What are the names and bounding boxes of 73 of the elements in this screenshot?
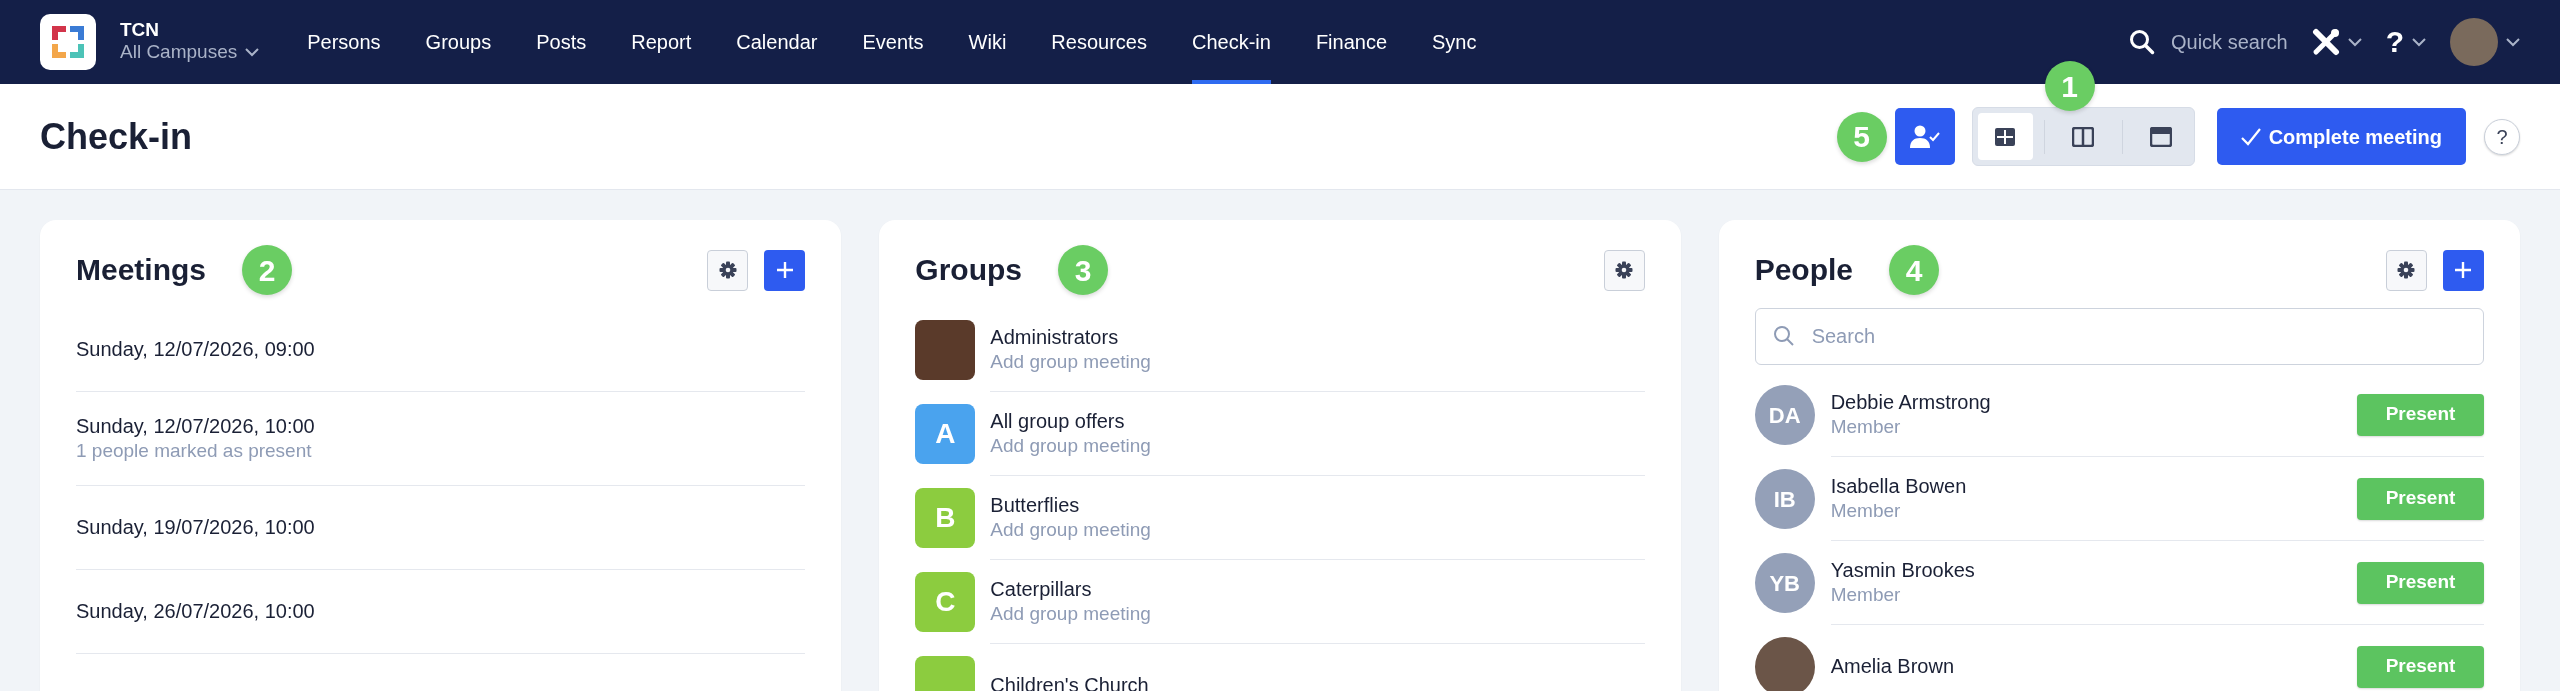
add-button[interactable] xyxy=(2443,249,2484,291)
single-view-icon xyxy=(2150,126,2173,147)
group-name[interactable]: Butterflies xyxy=(990,493,1645,519)
nav-link[interactable]: Resources xyxy=(1051,0,1147,84)
person-name[interactable]: Debbie Armstrong xyxy=(1830,390,1991,416)
card-title: People xyxy=(1754,252,1854,288)
person-check-icon xyxy=(1909,124,1940,149)
chevron-down-icon[interactable] xyxy=(245,47,260,57)
settings-button[interactable] xyxy=(1603,249,1645,291)
nav-link[interactable]: Wiki xyxy=(968,0,1007,84)
checkmark-icon xyxy=(2240,127,2261,146)
search-icon xyxy=(1772,325,1795,347)
photo-placeholder xyxy=(915,320,976,380)
step-marker: 5 xyxy=(1836,111,1887,162)
settings-button[interactable] xyxy=(2386,249,2427,291)
group-avatar: C xyxy=(915,572,976,632)
logo-icon[interactable] xyxy=(40,14,96,70)
chevron-down-icon[interactable] xyxy=(2412,37,2426,47)
nav-link[interactable]: Posts xyxy=(536,0,587,84)
group-name[interactable]: All group offers xyxy=(990,409,1645,435)
nav-link[interactable]: Sync xyxy=(1432,0,1477,84)
help-link[interactable]: ? xyxy=(2385,27,2404,57)
person-role: Member xyxy=(1830,583,1902,607)
add-button[interactable] xyxy=(764,249,806,291)
group-avatar: A xyxy=(915,404,976,464)
nav-link[interactable]: Finance xyxy=(1315,0,1388,84)
campus-dropdown[interactable]: All Campuses xyxy=(120,41,260,64)
person-name[interactable]: Isabella Bowen xyxy=(1830,474,1967,500)
settings-button[interactable] xyxy=(707,249,749,291)
plus-icon xyxy=(775,261,794,279)
user-avatar[interactable] xyxy=(2450,18,2498,66)
meeting-item[interactable]: Sunday, 19/07/2026, 10:00 xyxy=(76,485,806,570)
nav-link[interactable]: Calendar xyxy=(736,0,818,84)
meeting-item[interactable]: Sunday, 26/07/2026, 10:00 xyxy=(76,569,806,654)
page-title: Check-in xyxy=(40,114,193,159)
settings-icon xyxy=(1615,261,1634,279)
plus-icon xyxy=(2454,261,2473,279)
meeting-item[interactable]: Sunday, 12/07/2026, 09:00 xyxy=(76,308,806,392)
card-title: Groups xyxy=(915,252,1022,288)
check-in-person-button[interactable] xyxy=(1894,108,1955,165)
grid-view-icon xyxy=(1994,126,2017,147)
initials-avatar: YB xyxy=(1754,553,1815,613)
chevron-down-icon[interactable] xyxy=(2347,37,2362,47)
person-role: Member xyxy=(1830,499,1902,523)
nav-link[interactable]: Groups xyxy=(425,0,492,84)
chevron-down-icon[interactable] xyxy=(2506,37,2520,47)
card-title: Meetings xyxy=(76,252,207,288)
meeting-note: 1 people marked as present xyxy=(76,439,313,463)
help-button[interactable]: ? xyxy=(2484,118,2520,155)
step-marker: 3 xyxy=(1058,245,1108,295)
settings-icon xyxy=(718,261,737,279)
initials-avatar: DA xyxy=(1754,385,1815,445)
group-avatar: B xyxy=(915,488,976,548)
group-name[interactable]: Administrators xyxy=(990,325,1645,351)
initials-avatar: IB xyxy=(1754,469,1815,529)
group-name[interactable]: Caterpillars xyxy=(990,577,1645,603)
brand-name: TCN xyxy=(120,20,161,42)
step-marker: 4 xyxy=(1889,245,1940,295)
columns-view-icon xyxy=(2072,126,2095,147)
complete-meeting-button[interactable]: Complete meeting xyxy=(2216,108,2466,165)
person-role: Member xyxy=(1830,415,1902,439)
person-name[interactable]: Yasmin Brookes xyxy=(1830,558,1975,584)
nav-link[interactable]: Events xyxy=(862,0,924,84)
nav-link[interactable]: Report xyxy=(631,0,692,84)
search-icon xyxy=(2128,29,2155,55)
person-name[interactable]: Amelia Brown xyxy=(1830,654,1955,679)
view-mode-button[interactable] xyxy=(1977,113,2033,160)
search-field[interactable]: Search xyxy=(1754,308,2484,365)
nav-link[interactable]: Persons xyxy=(307,0,381,84)
meeting-item[interactable]: Sunday, 12/07/2026, 10:00 1 people marked as present xyxy=(76,392,806,486)
settings-icon xyxy=(2397,261,2416,279)
quick-search[interactable]: Quick search xyxy=(2128,27,2288,57)
step-marker: 2 xyxy=(242,245,293,295)
